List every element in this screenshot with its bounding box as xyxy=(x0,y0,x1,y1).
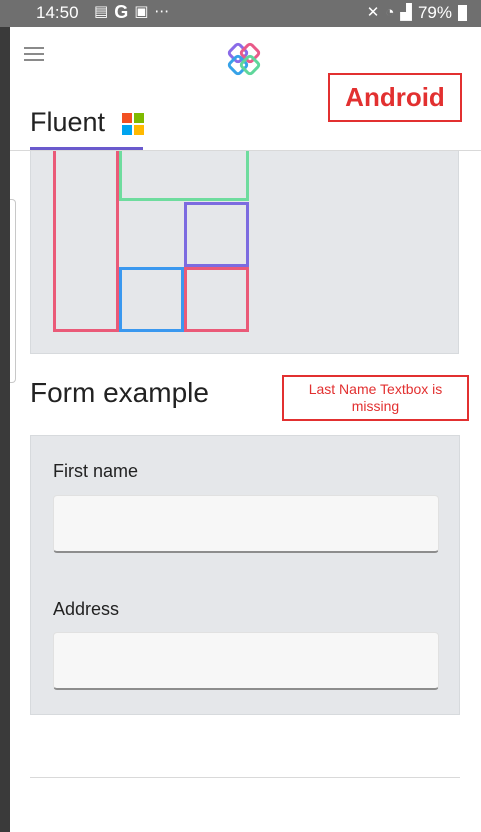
demo-blue-box xyxy=(119,267,184,332)
tab-active-indicator xyxy=(30,147,143,150)
demo-red-small-box xyxy=(184,267,249,332)
message-icon: ▤ xyxy=(94,3,109,20)
address-label: Address xyxy=(53,599,120,619)
mute-icon: ✕ xyxy=(366,4,380,21)
more-dots-icon: ⋯ xyxy=(154,3,170,20)
demo-purple-box xyxy=(184,202,249,267)
layout-demo-panel xyxy=(30,108,459,354)
battery-percent: 79% xyxy=(417,3,452,22)
signal-icon: ▟ xyxy=(400,4,412,21)
app-header: Fluent Android xyxy=(10,27,481,151)
bottom-divider xyxy=(30,777,460,778)
form-panel: First name Address xyxy=(30,435,460,715)
fluent-ui-logo xyxy=(227,42,261,76)
address-field[interactable] xyxy=(53,632,439,690)
windows-logo-icon xyxy=(122,113,144,135)
app-icon: ▣ xyxy=(134,3,149,20)
wifi-icon: ◔ xyxy=(385,4,395,21)
first-name-field[interactable] xyxy=(53,495,439,553)
hamburger-menu-icon[interactable] xyxy=(24,47,44,61)
google-icon: G xyxy=(114,2,129,22)
battery-icon xyxy=(458,5,467,21)
missing-field-annotation: Last Name Textbox is missing xyxy=(282,375,469,421)
platform-annotation: Android xyxy=(328,73,462,122)
status-bar: 14:50 ▤ G ▣ ⋯ ✕ ◔ ▟ 79% xyxy=(0,0,481,27)
status-time: 14:50 xyxy=(36,3,79,22)
section-title: Form example xyxy=(30,377,209,408)
tab-fluent-label: Fluent xyxy=(30,107,106,137)
system-icons: ✕ ◔ ▟ 79% xyxy=(367,3,467,23)
first-name-label: First name xyxy=(53,461,139,481)
notification-icons: ▤ G ▣ ⋯ xyxy=(94,2,169,22)
side-drawer-handle[interactable] xyxy=(10,199,16,383)
tab-fluent[interactable]: Fluent xyxy=(30,103,144,150)
app-window: Fluent Android Form example Last Name Te… xyxy=(10,27,481,832)
